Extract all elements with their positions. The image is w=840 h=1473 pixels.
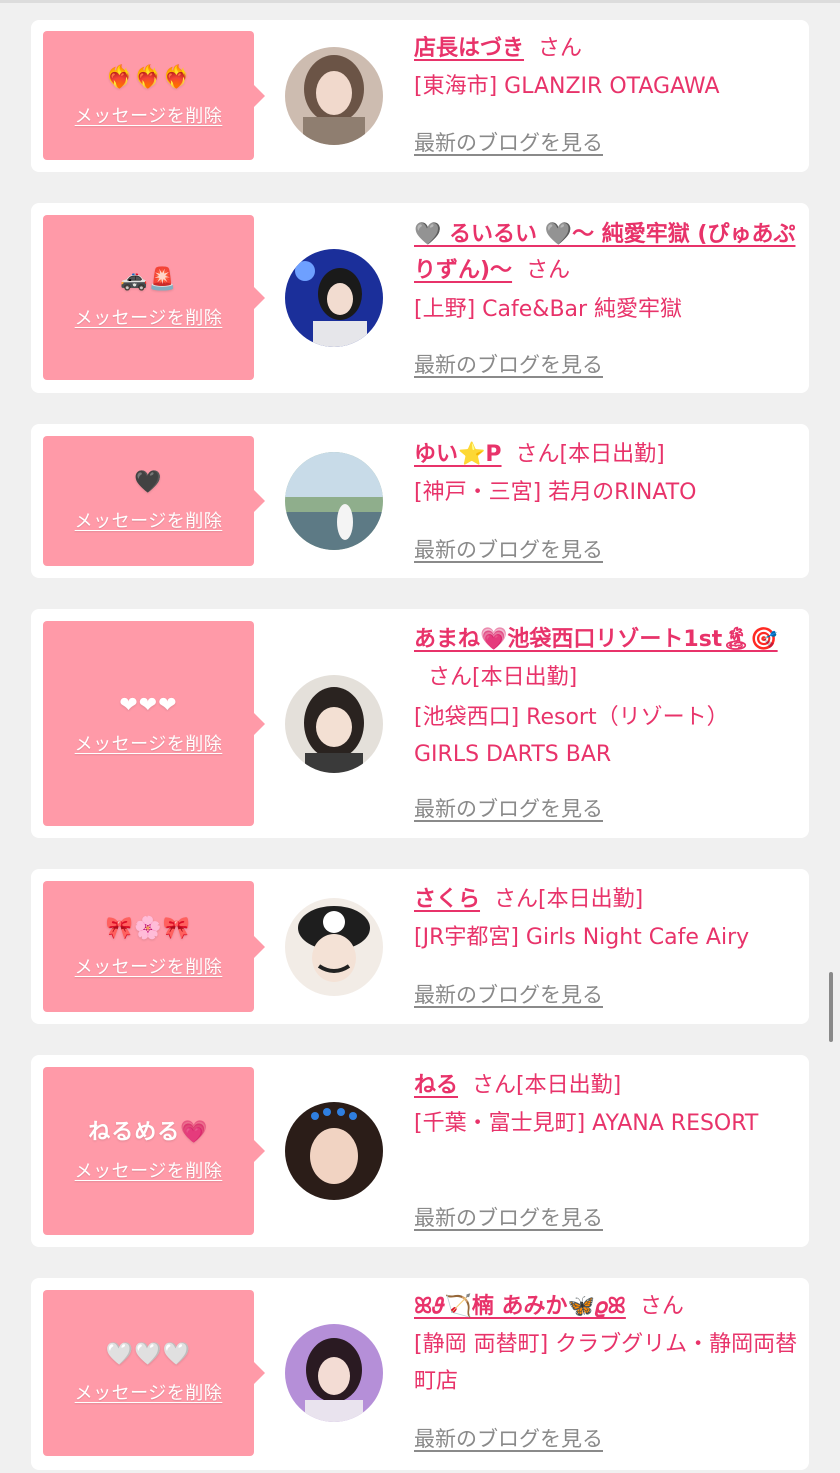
girl-info: 🩶 るいるい 🩶〜 純愛牢獄 (ぴゅあぷりずん)〜 さん [上野] Cafe&Ba…	[414, 217, 799, 328]
girl-name-link[interactable]: さくら	[414, 887, 480, 912]
avatar[interactable]	[285, 675, 383, 773]
delete-message-link[interactable]: メッセージを削除	[75, 304, 223, 330]
avatar[interactable]	[285, 47, 383, 145]
latest-blog-link[interactable]: 最新のブログを見る	[414, 1202, 603, 1232]
latest-blog-link[interactable]: 最新のブログを見る	[414, 1423, 603, 1453]
shop-name: [東海市] GLANZIR OTAGAWA	[414, 74, 720, 99]
message-box: 🚓🚨 メッセージを削除	[43, 215, 265, 380]
message-text: 🖤	[134, 470, 163, 495]
favorite-card: ねるめる💗 メッセージを削除 ねる さん[本日出勤] [千葉・富士見町] AYAN…	[31, 1055, 809, 1247]
girl-name-link[interactable]: あまね💗池袋西口リゾート1st🏝🎯	[414, 627, 778, 652]
top-divider	[0, 0, 840, 3]
name-line: 店長はづき さん	[414, 32, 799, 66]
honorific: さん	[538, 36, 583, 61]
message-text: ねるめる💗	[88, 1120, 209, 1145]
favorite-card: 🤍🤍🤍 メッセージを削除 ꕤ𝜗🏹楠 あみか🦋𝜚ꕤ さん [静岡 両替町] クラブグ…	[31, 1278, 809, 1470]
favorite-card: 🚓🚨 メッセージを削除 🩶 るいるい 🩶〜 純愛牢獄 (ぴゅあぷりずん)〜 さん …	[31, 203, 809, 393]
name-line: さくら さん[本日出勤]	[414, 883, 799, 917]
scrollbar-thumb[interactable]	[829, 972, 833, 1042]
honorific: さん	[526, 258, 571, 283]
delete-message-link[interactable]: メッセージを削除	[75, 1157, 223, 1183]
message-box: 🤍🤍🤍 メッセージを削除	[43, 1290, 265, 1456]
avatar[interactable]	[285, 452, 383, 550]
shop-name: [JR宇都宮] Girls Night Cafe Airy	[414, 925, 750, 950]
girl-info: さくら さん[本日出勤] [JR宇都宮] Girls Night Cafe Air…	[414, 883, 799, 956]
delete-message-link[interactable]: メッセージを削除	[75, 507, 223, 533]
girl-info: ねる さん[本日出勤] [千葉・富士見町] AYANA RESORT	[414, 1069, 799, 1142]
message-box: 🖤 メッセージを削除	[43, 436, 265, 566]
girl-info: ꕤ𝜗🏹楠 あみか🦋𝜚ꕤ さん [静岡 両替町] クラブグリム・静岡両替町店	[414, 1290, 799, 1400]
latest-blog-link[interactable]: 最新のブログを見る	[414, 127, 603, 157]
name-line: あまね💗池袋西口リゾート1st🏝🎯 さん[本日出勤]	[414, 621, 799, 697]
message-text: 🚓🚨	[120, 266, 177, 292]
shop-name: [千葉・富士見町] AYANA RESORT	[414, 1111, 759, 1136]
girl-info: ゆい⭐P さん[本日出勤] [神戸・三宮] 若月のRINATO	[414, 438, 799, 511]
honorific: さん	[515, 442, 560, 467]
message-box: 🎀🌸🎀 メッセージを削除	[43, 881, 265, 1012]
girl-name-link[interactable]: 🩶 るいるい 🩶〜 純愛牢獄 (ぴゅあぷりずん)〜	[414, 222, 795, 283]
girl-info: あまね💗池袋西口リゾート1st🏝🎯 さん[本日出勤] [池袋西口] Resort（…	[414, 621, 799, 773]
message-box: ❤︎❤︎❤︎ メッセージを削除	[43, 621, 265, 826]
shop-name: [神戸・三宮] 若月のRINATO	[414, 480, 697, 505]
attendance-status: [本日出勤]	[559, 442, 665, 467]
message-text: ❤︎❤︎❤︎	[119, 692, 178, 718]
girl-name-link[interactable]: ねる	[414, 1073, 458, 1098]
girl-name-link[interactable]: 店長はづき	[414, 36, 524, 61]
honorific: さん	[472, 1073, 517, 1098]
delete-message-link[interactable]: メッセージを削除	[75, 1379, 223, 1405]
girl-name-link[interactable]: ゆい⭐P	[414, 442, 502, 467]
latest-blog-link[interactable]: 最新のブログを見る	[414, 534, 603, 564]
honorific: さん	[639, 1294, 684, 1319]
message-text: ❤️‍🔥❤️‍🔥❤️‍🔥	[105, 64, 192, 90]
name-line: ゆい⭐P さん[本日出勤]	[414, 438, 799, 472]
shop-name: [静岡 両替町] クラブグリム・静岡両替町店	[414, 1332, 798, 1394]
shop-name: [上野] Cafe&Bar 純愛牢獄	[414, 297, 683, 322]
delete-message-link[interactable]: メッセージを削除	[75, 102, 223, 128]
name-line: 🩶 るいるい 🩶〜 純愛牢獄 (ぴゅあぷりずん)〜 さん	[414, 217, 799, 289]
avatar[interactable]	[285, 249, 383, 347]
avatar[interactable]	[285, 898, 383, 996]
message-box: ❤️‍🔥❤️‍🔥❤️‍🔥 メッセージを削除	[43, 31, 265, 160]
favorite-card: 🖤 メッセージを削除 ゆい⭐P さん[本日出勤] [神戸・三宮] 若月のRINAT…	[31, 424, 809, 578]
avatar[interactable]	[285, 1324, 383, 1422]
attendance-status: [本日出勤]	[538, 887, 644, 912]
delete-message-link[interactable]: メッセージを削除	[75, 730, 223, 756]
name-line: ねる さん[本日出勤]	[414, 1069, 799, 1103]
latest-blog-link[interactable]: 最新のブログを見る	[414, 349, 603, 379]
message-text: 🤍🤍🤍	[105, 1342, 192, 1367]
message-box: ねるめる💗 メッセージを削除	[43, 1067, 265, 1235]
latest-blog-link[interactable]: 最新のブログを見る	[414, 793, 603, 823]
honorific: さん	[428, 665, 473, 690]
name-line: ꕤ𝜗🏹楠 あみか🦋𝜚ꕤ さん	[414, 1290, 799, 1324]
avatar[interactable]	[285, 1102, 383, 1200]
message-text: 🎀🌸🎀	[105, 915, 192, 941]
girl-info: 店長はづき さん [東海市] GLANZIR OTAGAWA	[414, 32, 799, 105]
attendance-status: [本日出勤]	[516, 1073, 622, 1098]
attendance-status: [本日出勤]	[472, 665, 578, 690]
girl-name-link[interactable]: ꕤ𝜗🏹楠 あみか🦋𝜚ꕤ	[414, 1294, 626, 1319]
delete-message-link[interactable]: メッセージを削除	[75, 953, 223, 979]
shop-name: [池袋西口] Resort（リゾート） GIRLS DARTS BAR	[414, 705, 729, 767]
honorific: さん	[494, 887, 539, 912]
favorite-card: 🎀🌸🎀 メッセージを削除 さくら さん[本日出勤] [JR宇都宮] Girls N…	[31, 869, 809, 1024]
latest-blog-link[interactable]: 最新のブログを見る	[414, 979, 603, 1009]
favorite-card: ❤︎❤︎❤︎ メッセージを削除 あまね💗池袋西口リゾート1st🏝🎯 さん[本日出勤…	[31, 609, 809, 838]
favorite-card: ❤️‍🔥❤️‍🔥❤️‍🔥 メッセージを削除 店長はづき さん [東海市] GLAN…	[31, 20, 809, 172]
